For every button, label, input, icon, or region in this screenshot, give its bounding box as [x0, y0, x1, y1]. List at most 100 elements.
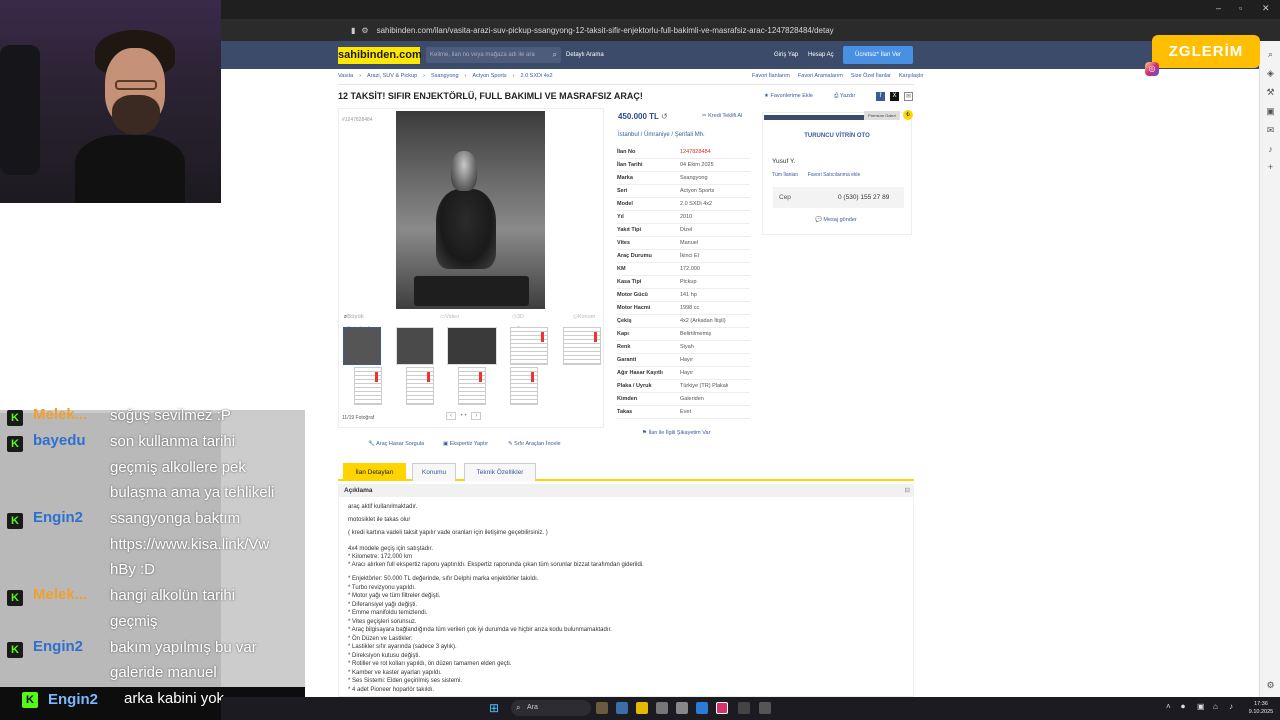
- map-tab[interactable]: ◎ Konum: [573, 311, 595, 323]
- tab-tech-specs[interactable]: Teknik Özellikler: [464, 463, 536, 481]
- search-icon[interactable]: ⌕: [1260, 49, 1280, 60]
- close-icon[interactable]: ✕: [1262, 3, 1270, 14]
- breadcrumb-item[interactable]: Vasıta: [338, 73, 353, 79]
- expertise-link[interactable]: ▣ Ekspertiz Yaptır: [443, 441, 488, 447]
- maximize-icon[interactable]: ▫: [1239, 3, 1242, 13]
- top-link[interactable]: Favori Aramalarım: [798, 73, 843, 79]
- tab-location[interactable]: Konumu: [412, 463, 456, 481]
- print-link[interactable]: ⎙ Yazdır: [834, 93, 855, 100]
- settings-icon[interactable]: ⚙: [1260, 680, 1280, 691]
- search-input[interactable]: Kelime, ilan no veya mağaza adı ile ara …: [426, 47, 561, 63]
- thumbnail[interactable]: [510, 367, 538, 405]
- breadcrumb-item[interactable]: Arazi, SUV & Pickup: [367, 73, 417, 79]
- thumbnail[interactable]: [406, 367, 434, 405]
- thumbnail[interactable]: [458, 367, 486, 405]
- mail-icon[interactable]: [696, 702, 708, 714]
- spec-row: İlan No 1247828484: [617, 146, 750, 159]
- office-icon[interactable]: ▣: [1260, 106, 1280, 117]
- console-tray: [414, 276, 529, 306]
- email-share-icon[interactable]: ✉: [904, 92, 913, 101]
- browser-app-icon[interactable]: [716, 702, 728, 714]
- gallery-tabs: ⌕ Büyük Fotoğraf ▭ Video ◷ 3D Tur ◎ Konu…: [338, 311, 602, 332]
- collapse-icon[interactable]: ⊟: [905, 484, 910, 497]
- add-favorite-link[interactable]: ★ Favorilerime Ekle: [764, 93, 813, 99]
- description-line: * Enjektörler: 50.000 TL değerinde, sıfı…: [348, 576, 539, 582]
- thumbnail[interactable]: [354, 367, 382, 405]
- login-link[interactable]: Giriş Yap: [774, 52, 798, 58]
- music-icon[interactable]: ♪: [1260, 144, 1280, 154]
- all-ads-link[interactable]: Tüm İlanları: [772, 172, 798, 178]
- main-photo[interactable]: [396, 111, 545, 309]
- explorer-icon[interactable]: [636, 702, 648, 714]
- widget-icon[interactable]: [596, 702, 608, 714]
- detailed-search-link[interactable]: Detaylı Arama: [566, 52, 604, 58]
- damage-query-link[interactable]: 🔧 Araç Hasar Sorgula: [368, 441, 424, 447]
- minimize-icon[interactable]: –: [1216, 3, 1221, 13]
- url-text[interactable]: sahibinden.com/ilan/vasita-arazi-suv-pic…: [377, 26, 834, 35]
- volume-icon[interactable]: ♪: [1229, 702, 1233, 711]
- bookmark-icon[interactable]: ▮: [351, 26, 355, 35]
- site-logo[interactable]: sahibinden.com: [338, 47, 422, 64]
- tab-ad-details[interactable]: İlan Detayları: [343, 463, 406, 481]
- thumbnail[interactable]: [343, 327, 381, 365]
- new-cars-link[interactable]: ✎ Sıfır Araçları İncele: [508, 441, 561, 447]
- obs-icon[interactable]: [759, 702, 771, 714]
- clock[interactable]: 17:36 9.10.2025: [1244, 700, 1278, 716]
- breadcrumb-item[interactable]: 2.0 SXDi 4x2: [520, 73, 552, 79]
- location[interactable]: İstanbul / Ümraniye / Şerifali Mh.: [618, 132, 705, 138]
- store-name[interactable]: TURUNCU VİTRİN OTO: [762, 133, 912, 139]
- mic-icon[interactable]: ⏺: [1181, 702, 1185, 712]
- windows-start-icon[interactable]: ⊞: [489, 701, 503, 715]
- spec-key: Yıl: [617, 214, 624, 220]
- facebook-share-icon[interactable]: f: [876, 92, 885, 101]
- thumbnail[interactable]: [447, 327, 497, 365]
- add-icon[interactable]: +: [1260, 162, 1280, 172]
- top-link[interactable]: Karşılaştır: [899, 73, 924, 79]
- big-photo-tab[interactable]: ⌕ Büyük Fotoğraf: [344, 311, 369, 332]
- thumbnail[interactable]: [510, 327, 548, 365]
- tools-icon[interactable]: ⚒: [1260, 87, 1280, 98]
- next-photo-button[interactable]: ›: [471, 412, 482, 420]
- video-tab[interactable]: ▭ Video: [440, 311, 459, 323]
- thumbnail[interactable]: [563, 327, 601, 365]
- credit-offer-link[interactable]: ✂ Kredi Teklifi Al: [702, 113, 742, 119]
- shopping-icon[interactable]: ◈: [1260, 68, 1280, 79]
- top-link[interactable]: Size Özel İlanlar: [851, 73, 891, 79]
- description-line: * Motor yağı ve tüm filtreler değişti.: [348, 593, 441, 599]
- send-message-link[interactable]: 💬 Mesaj gönder: [815, 217, 857, 223]
- app-tray-icon[interactable]: ▣: [1197, 702, 1205, 711]
- taskbar-search[interactable]: ⌕ Ara: [511, 700, 591, 716]
- price-history-icon[interactable]: ↺: [661, 112, 668, 121]
- spec-value: İkinci El: [680, 253, 699, 259]
- top-link[interactable]: Favori İlanlarım: [752, 73, 790, 79]
- phone-number[interactable]: 0 (530) 155 27 89: [838, 194, 889, 201]
- app-icon[interactable]: [656, 702, 668, 714]
- prev-photo-button[interactable]: ‹: [446, 412, 456, 420]
- address-bar[interactable]: ▮ ⚙ sahibinden.com/ilan/vasita-arazi-suv…: [221, 19, 1280, 41]
- favorite-seller-link[interactable]: Favori Satıcılarıma ekle: [808, 172, 861, 178]
- app-icon[interactable]: [676, 702, 688, 714]
- kick-icon: K: [7, 590, 23, 606]
- task-view-icon[interactable]: [616, 702, 628, 714]
- 3d-tour-tab[interactable]: ◷ 3D Tur: [512, 311, 525, 332]
- chat-text: son kullanma tarihi: [110, 433, 236, 450]
- media-icon[interactable]: [738, 702, 750, 714]
- chat-message: K Engin2 ssangyonga baktım https://www.kisa…: [0, 509, 300, 586]
- breadcrumb-item[interactable]: Ssangyong: [431, 73, 459, 79]
- post-ad-button[interactable]: Ücretsiz* İlan Ver: [843, 46, 913, 64]
- register-link[interactable]: Hesap Aç: [808, 52, 834, 58]
- thumbnail[interactable]: [396, 327, 434, 365]
- network-icon[interactable]: ⌂: [1213, 702, 1218, 711]
- breadcrumb-item[interactable]: Actyon Sports: [472, 73, 506, 79]
- taskbar: ⊞ ⌕ Ara ˄ ⏺ ▣ ⌂ ♪ 17:36 9.10.2025: [221, 697, 1280, 720]
- x-share-icon[interactable]: X: [890, 92, 899, 101]
- outlook-icon[interactable]: ✉: [1260, 125, 1280, 136]
- site-info-icon[interactable]: ⚙: [361, 26, 368, 35]
- spec-row: Ağır Hasar Kayıtlı Hayır: [617, 367, 750, 380]
- description-line: * Ses Sistemi: Elden geçirilmiş ses sist…: [348, 678, 463, 684]
- tray-chevron-icon[interactable]: ˄: [1166, 702, 1171, 711]
- search-icon[interactable]: ⌕: [553, 47, 557, 63]
- complaint-link[interactable]: ⚑ İlan ile İlgili Şikayetim Var: [642, 430, 710, 436]
- instagram-icon: ◎: [1145, 62, 1159, 76]
- pager-dots: • •: [460, 413, 467, 419]
